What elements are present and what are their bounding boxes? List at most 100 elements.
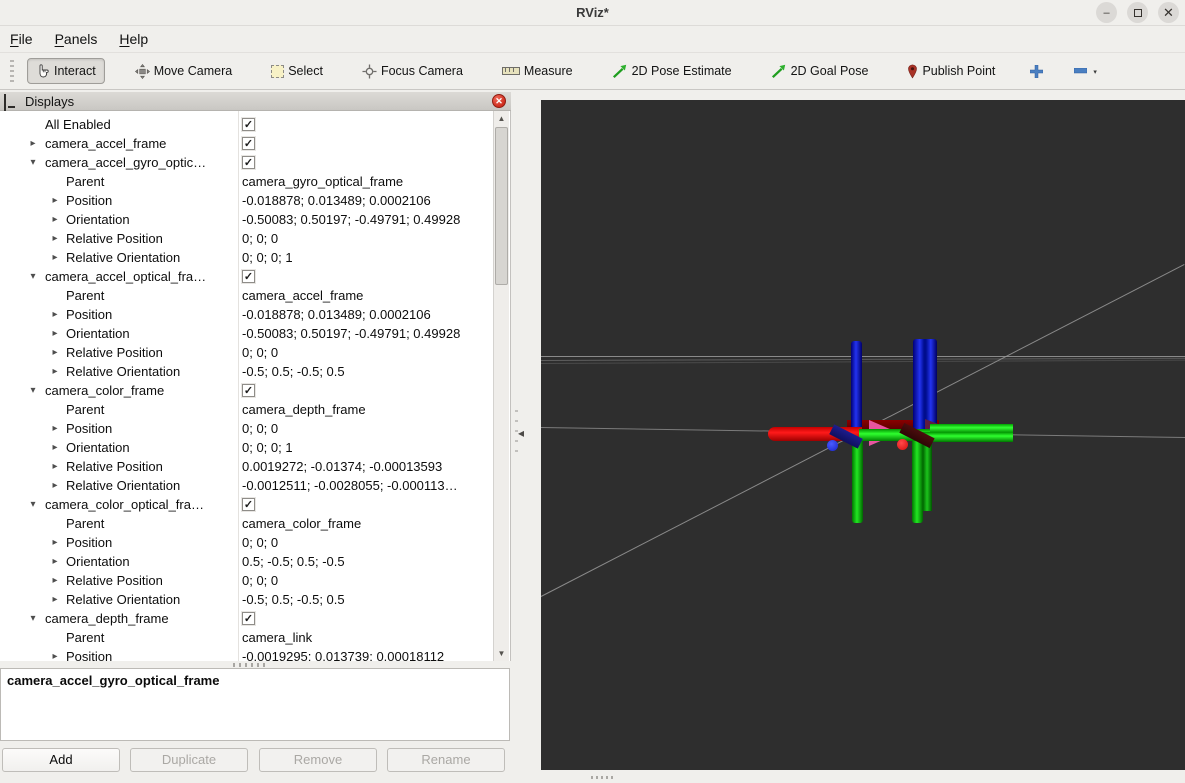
property-value[interactable]: -0.50083; 0.50197; -0.49791; 0.49928: [242, 210, 460, 229]
expander-closed-icon[interactable]: ▸: [49, 248, 61, 267]
property-value[interactable]: -0.5; 0.5; -0.5; 0.5: [242, 590, 345, 609]
tree-row[interactable]: ▸ Relative Position 0; 0; 0: [0, 571, 494, 590]
expander-closed-icon[interactable]: ▸: [49, 362, 61, 381]
tool-interact[interactable]: Interact: [27, 58, 105, 84]
close-button[interactable]: ✕: [1158, 2, 1179, 23]
tree-row[interactable]: ▸ Relative Orientation -0.0012511; -0.0028…: [0, 476, 494, 495]
tree-row[interactable]: ▸ Relative Position 0; 0; 0: [0, 343, 494, 362]
panel-splitter-handle[interactable]: [233, 663, 265, 667]
tree-scrollbar[interactable]: ▲ ▼: [493, 111, 509, 661]
property-value[interactable]: camera_link: [242, 628, 312, 647]
property-value[interactable]: -0.50083; 0.50197; -0.49791; 0.49928: [242, 324, 460, 343]
tool-add-tool-plus[interactable]: [1025, 59, 1048, 84]
minimize-button[interactable]: –: [1096, 2, 1117, 23]
expander-closed-icon[interactable]: ▸: [49, 419, 61, 438]
enabled-checkbox[interactable]: ✓: [242, 118, 255, 131]
property-value[interactable]: 0.0019272; -0.01374; -0.00013593: [242, 457, 442, 476]
tree-row[interactable]: Parent camera_link: [0, 628, 494, 647]
time-panel-handle[interactable]: [591, 776, 613, 779]
property-value[interactable]: camera_gyro_optical_frame: [242, 172, 403, 191]
tree-row[interactable]: All Enabled ✓: [0, 115, 494, 134]
tree-row[interactable]: Parent camera_color_frame: [0, 514, 494, 533]
property-value[interactable]: 0; 0; 0: [242, 533, 278, 552]
tree-row[interactable]: Parent camera_depth_frame: [0, 400, 494, 419]
3d-viewport[interactable]: [541, 100, 1185, 770]
menu-item-file[interactable]: File: [10, 31, 33, 47]
tree-row[interactable]: ▸ Position -0.0019295; 0.013739; 0.0001811…: [0, 647, 494, 661]
expander-closed-icon[interactable]: ▸: [49, 647, 61, 661]
tool-publish-point[interactable]: Publish Point: [898, 58, 1004, 85]
expander-open-icon[interactable]: ▾: [27, 495, 39, 514]
tool-select[interactable]: Select: [262, 58, 332, 84]
expander-closed-icon[interactable]: ▸: [27, 134, 39, 153]
tree-row[interactable]: ▸ Position 0; 0; 0: [0, 419, 494, 438]
tree-row[interactable]: ▸ Relative Orientation -0.5; 0.5; -0.5; 0.…: [0, 590, 494, 609]
property-value[interactable]: -0.018878; 0.013489; 0.0002106: [242, 305, 431, 324]
scroll-down-icon[interactable]: ▼: [494, 646, 509, 661]
expander-closed-icon[interactable]: ▸: [49, 571, 61, 590]
enabled-checkbox[interactable]: ✓: [242, 156, 255, 169]
property-value[interactable]: 0; 0; 0: [242, 343, 278, 362]
tree-row[interactable]: ▸ Orientation 0; 0; 0; 1: [0, 438, 494, 457]
tool-move-camera[interactable]: Move Camera: [126, 58, 242, 85]
tree-row[interactable]: ▸ Relative Position 0.0019272; -0.01374; -…: [0, 457, 494, 476]
expander-open-icon[interactable]: ▾: [27, 609, 39, 628]
tool-focus-camera[interactable]: Focus Camera: [353, 58, 472, 85]
add-button[interactable]: Add: [2, 748, 120, 772]
displays-panel-header[interactable]: Displays ✕: [0, 92, 511, 111]
tree-row[interactable]: ▸ Orientation 0.5; -0.5; 0.5; -0.5: [0, 552, 494, 571]
property-value[interactable]: 0; 0; 0; 1: [242, 438, 293, 457]
toolbar-drag-handle[interactable]: [10, 60, 14, 82]
property-value[interactable]: 0; 0; 0: [242, 419, 278, 438]
expander-closed-icon[interactable]: ▸: [49, 229, 61, 248]
expander-closed-icon[interactable]: ▸: [49, 590, 61, 609]
tree-row[interactable]: ▾ camera_depth_frame ✓: [0, 609, 494, 628]
expander-open-icon[interactable]: ▾: [27, 267, 39, 286]
panel-viewport-splitter[interactable]: ◂: [511, 92, 541, 783]
tree-row[interactable]: ▾ camera_color_optical_fra… ✓: [0, 495, 494, 514]
menu-item-panels[interactable]: Panels: [55, 31, 98, 47]
displays-close-icon[interactable]: ✕: [492, 94, 506, 108]
expander-closed-icon[interactable]: ▸: [49, 533, 61, 552]
property-value[interactable]: 0; 0; 0: [242, 571, 278, 590]
tree-row[interactable]: ▸ Orientation -0.50083; 0.50197; -0.49791;…: [0, 210, 494, 229]
expander-closed-icon[interactable]: ▸: [49, 191, 61, 210]
enabled-checkbox[interactable]: ✓: [242, 612, 255, 625]
tree-row[interactable]: ▾ camera_accel_gyro_optic… ✓: [0, 153, 494, 172]
expander-closed-icon[interactable]: ▸: [49, 343, 61, 362]
tree-row[interactable]: ▸ Orientation -0.50083; 0.50197; -0.49791;…: [0, 324, 494, 343]
tree-row[interactable]: ▸ Position 0; 0; 0: [0, 533, 494, 552]
property-value[interactable]: -0.018878; 0.013489; 0.0002106: [242, 191, 431, 210]
tree-row[interactable]: ▾ camera_accel_optical_fra… ✓: [0, 267, 494, 286]
expander-open-icon[interactable]: ▾: [27, 153, 39, 172]
tree-row[interactable]: ▾ camera_color_frame ✓: [0, 381, 494, 400]
tool-2d-goal-pose[interactable]: 2D Goal Pose: [762, 57, 878, 85]
property-value[interactable]: 0.5; -0.5; 0.5; -0.5: [242, 552, 345, 571]
tool-2d-pose-estimate[interactable]: 2D Pose Estimate: [603, 57, 741, 85]
property-value[interactable]: -0.0019295; 0.013739; 0.00018112: [242, 647, 444, 661]
maximize-button[interactable]: [1127, 2, 1148, 23]
tree-row[interactable]: Parent camera_gyro_optical_frame: [0, 172, 494, 191]
expander-closed-icon[interactable]: ▸: [49, 305, 61, 324]
expander-closed-icon[interactable]: ▸: [49, 552, 61, 571]
enabled-checkbox[interactable]: ✓: [242, 498, 255, 511]
dropdown-arrow-icon[interactable]: ▾: [1093, 68, 1097, 76]
property-value[interactable]: camera_color_frame: [242, 514, 361, 533]
tree-row[interactable]: ▸ Position -0.018878; 0.013489; 0.0002106: [0, 191, 494, 210]
property-value[interactable]: camera_accel_frame: [242, 286, 363, 305]
tree-row[interactable]: ▸ Position -0.018878; 0.013489; 0.0002106: [0, 305, 494, 324]
expander-closed-icon[interactable]: ▸: [49, 457, 61, 476]
menu-item-help[interactable]: Help: [119, 31, 148, 47]
expander-open-icon[interactable]: ▾: [27, 381, 39, 400]
enabled-checkbox[interactable]: ✓: [242, 270, 255, 283]
enabled-checkbox[interactable]: ✓: [242, 137, 255, 150]
tree-row[interactable]: ▸ Relative Position 0; 0; 0: [0, 229, 494, 248]
expander-closed-icon[interactable]: ▸: [49, 210, 61, 229]
scrollbar-thumb[interactable]: [495, 127, 508, 285]
tree-row[interactable]: Parent camera_accel_frame: [0, 286, 494, 305]
enabled-checkbox[interactable]: ✓: [242, 384, 255, 397]
tree-row[interactable]: ▸ Relative Orientation -0.5; 0.5; -0.5; 0.…: [0, 362, 494, 381]
property-value[interactable]: 0; 0; 0: [242, 229, 278, 248]
expander-closed-icon[interactable]: ▸: [49, 476, 61, 495]
collapse-panel-arrow-icon[interactable]: ◂: [518, 426, 524, 440]
